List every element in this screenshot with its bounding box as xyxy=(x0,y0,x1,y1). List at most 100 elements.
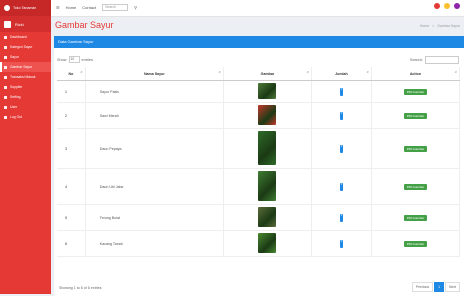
breadcrumb: Home > Gambar Sayur xyxy=(420,24,460,28)
col-jumlah[interactable]: Jumlah ⇵ xyxy=(311,67,372,81)
vegetable-thumbnail[interactable] xyxy=(258,171,277,201)
vegetable-thumbnail[interactable] xyxy=(258,131,277,165)
choose-image-button[interactable]: Pilih Gambar xyxy=(403,240,428,247)
choose-image-button[interactable]: Pilih Gambar xyxy=(403,145,428,152)
count-badge: 1 xyxy=(339,240,343,248)
sidebar-item-gambar-sayur[interactable]: Gambar Sayur xyxy=(0,62,51,72)
user-menu-icon[interactable] xyxy=(454,3,460,9)
top-nav: ☰ Home Contact Search ⚲ xyxy=(56,4,137,11)
choose-image-button[interactable]: Pilih Gambar xyxy=(403,112,428,119)
cell-image xyxy=(223,168,313,205)
table-search-input[interactable] xyxy=(425,56,459,64)
data-table: No ⇵ Nama Sayur ⇵ Gambar ⇵ Jumlah ⇵ Action ⇵ … xyxy=(57,67,461,257)
cell-name: Sayur Pakis xyxy=(85,80,224,103)
top-right xyxy=(434,3,460,9)
pagination-page[interactable]: 1 xyxy=(434,282,445,292)
cell-count: 1 xyxy=(311,168,372,205)
truck-icon xyxy=(4,85,7,89)
choose-image-button[interactable]: Pilih Gambar xyxy=(403,88,428,95)
vegetable-thumbnail[interactable] xyxy=(258,105,277,125)
notification-icon[interactable] xyxy=(434,3,440,9)
col-no[interactable]: No ⇵ xyxy=(57,67,86,81)
breadcrumb-home[interactable]: Home xyxy=(420,24,429,28)
image-icon xyxy=(4,65,7,69)
entries-length: Show 10 entries xyxy=(57,56,93,63)
sort-icon: ⇵ xyxy=(366,70,369,74)
cell-name: Daun Ubi Jalar xyxy=(85,168,224,205)
sidebar-item-supplier[interactable]: Supplier xyxy=(0,82,51,92)
nav-home[interactable]: Home xyxy=(66,5,77,10)
vegetable-thumbnail[interactable] xyxy=(258,83,277,99)
sidebar-item-sayur[interactable]: Sayur xyxy=(0,52,51,62)
cell-no: 1 xyxy=(57,80,86,103)
cell-no: 3 xyxy=(57,128,86,169)
table-row: 4 Daun Ubi Jalar 1 Pilih Gambar xyxy=(57,168,461,205)
gear-icon xyxy=(4,95,7,99)
table-row: 5 Terung Bulat 1 Pilih Gambar xyxy=(57,204,461,231)
vegetable-thumbnail[interactable] xyxy=(258,233,277,253)
cell-no: 2 xyxy=(57,102,86,129)
search-icon[interactable]: ⚲ xyxy=(134,5,137,10)
breadcrumb-separator: > xyxy=(432,24,435,28)
user-icon xyxy=(4,105,7,109)
table-row: 3 Daun Pepaya 1 Pilih Gambar xyxy=(57,128,461,169)
cell-action: Pilih Gambar xyxy=(371,204,461,231)
cell-image xyxy=(223,80,313,103)
cell-count: 1 xyxy=(311,128,372,169)
col-nama[interactable]: Nama Sayur ⇵ xyxy=(85,67,224,81)
brand[interactable]: Toko Tanaman xyxy=(0,0,51,16)
show-label: Show xyxy=(57,57,67,62)
nav-search-input[interactable]: Search xyxy=(102,4,129,11)
cell-name: Terung Bulat xyxy=(85,204,224,231)
sidebar-item-logout[interactable]: Log Out xyxy=(0,112,51,122)
entries-label: entries xyxy=(81,57,93,62)
sidebar-item-dashboard[interactable]: Dashboard xyxy=(0,32,51,42)
cell-action: Pilih Gambar xyxy=(371,102,461,129)
table-info: Showing 1 to 6 of 6 entries xyxy=(59,286,102,290)
table-row: 1 Sayur Pakis 1 Pilih Gambar xyxy=(57,80,461,103)
menu-toggle-icon[interactable]: ☰ xyxy=(56,5,60,10)
cell-name: Sawi Merah xyxy=(85,102,224,129)
cell-image xyxy=(223,128,313,169)
breadcrumb-current: Gambar Sayur xyxy=(437,24,460,28)
count-badge: 1 xyxy=(339,145,343,153)
sidebar-user-name: Rizki xyxy=(15,21,24,27)
col-action[interactable]: Action ⇵ xyxy=(371,67,461,81)
cell-no: 5 xyxy=(57,204,86,231)
table-search: Search: xyxy=(410,56,459,64)
cell-name: Kacang Tanah xyxy=(85,230,224,257)
cell-no: 6 xyxy=(57,230,86,257)
choose-image-button[interactable]: Pilih Gambar xyxy=(403,183,428,190)
cell-action: Pilih Gambar xyxy=(371,168,461,205)
pagination-previous[interactable]: Previous xyxy=(411,282,434,292)
sidebar-item-setting[interactable]: Setting xyxy=(0,92,51,102)
cell-image xyxy=(223,204,313,231)
count-badge: 1 xyxy=(339,214,343,222)
entries-select[interactable]: 10 xyxy=(68,56,80,63)
cell-count: 1 xyxy=(311,204,372,231)
nav-contact[interactable]: Contact xyxy=(82,5,96,10)
top-bar: Toko Tanaman ☰ Home Contact Search ⚲ xyxy=(0,0,464,17)
pagination-next[interactable]: Next xyxy=(445,282,460,292)
sidebar-item-kategori[interactable]: Kategori Sayur xyxy=(0,42,51,52)
logout-icon xyxy=(4,115,7,119)
pagination: Previous 1 Next xyxy=(411,282,460,292)
box-header: Data Gambar Sayur xyxy=(54,36,464,48)
category-icon xyxy=(4,45,7,49)
sidebar: Rizki Dashboard Kategori Sayur Sayur Gam… xyxy=(0,16,51,294)
choose-image-button[interactable]: Pilih Gambar xyxy=(403,214,428,221)
table-row: 6 Kacang Tanah 1 Pilih Gambar xyxy=(57,230,461,257)
message-icon[interactable] xyxy=(444,3,450,9)
vegetable-thumbnail[interactable] xyxy=(258,207,277,227)
sidebar-item-user[interactable]: User xyxy=(0,102,51,112)
col-gambar[interactable]: Gambar ⇵ xyxy=(223,67,313,81)
cart-icon xyxy=(4,75,7,79)
sidebar-item-transaksi[interactable]: Transaksi Masuk xyxy=(0,72,51,82)
count-badge: 1 xyxy=(339,88,343,96)
table-row: 2 Sawi Merah 1 Pilih Gambar xyxy=(57,102,461,129)
count-badge: 1 xyxy=(339,112,343,120)
cell-action: Pilih Gambar xyxy=(371,80,461,103)
cell-image xyxy=(223,230,313,257)
dashboard-icon xyxy=(4,35,7,39)
main-content: Gambar Sayur Home > Gambar Sayur Data Ga… xyxy=(51,16,464,296)
